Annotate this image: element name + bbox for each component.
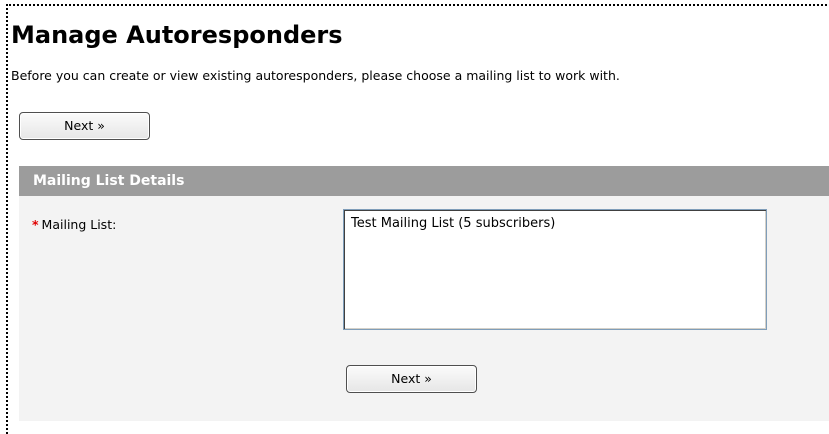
- section-title: Mailing List Details: [33, 173, 185, 189]
- required-marker: *: [32, 217, 39, 232]
- page-title: Manage Autoresponders: [11, 21, 343, 49]
- mailing-list-option[interactable]: Test Mailing List (5 subscribers): [351, 216, 759, 231]
- mailing-list-select[interactable]: Test Mailing List (5 subscribers): [343, 209, 767, 330]
- intro-text: Before you can create or view existing a…: [11, 68, 620, 83]
- next-button-bottom[interactable]: Next »: [346, 365, 477, 393]
- mailing-list-label-text: Mailing List:: [41, 217, 117, 232]
- mailing-list-label: * Mailing List:: [32, 217, 116, 232]
- section-header: Mailing List Details: [19, 166, 829, 196]
- next-button-top[interactable]: Next »: [19, 112, 150, 140]
